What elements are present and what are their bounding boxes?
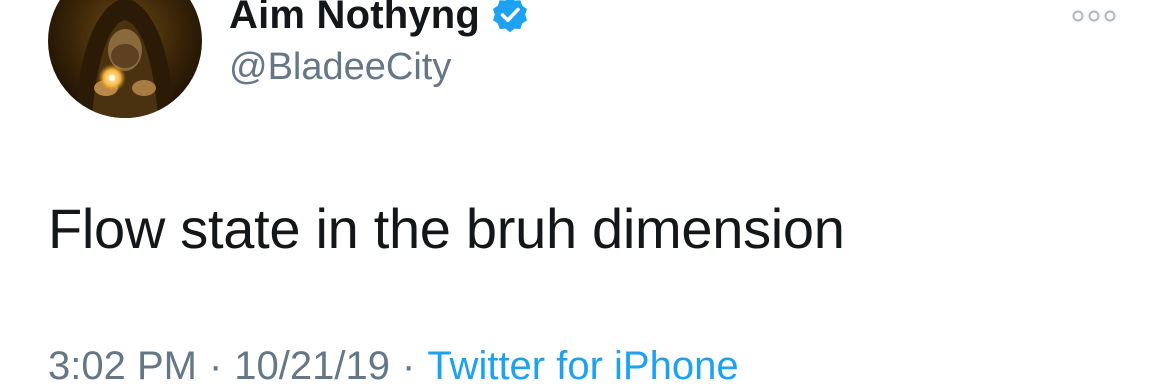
- tweet-date[interactable]: 10/21/19: [234, 344, 390, 389]
- meta-separator: ·: [208, 344, 223, 388]
- more-options-icon[interactable]: [1070, 6, 1118, 26]
- avatar-image: [48, 0, 202, 118]
- display-name-row: Aim Nothyng: [229, 0, 530, 40]
- display-name[interactable]: Aim Nothyng: [229, 0, 480, 38]
- avatar[interactable]: [48, 0, 202, 118]
- tweet-card: Aim Nothyng @BladeeCity Flow state in th…: [0, 0, 1169, 389]
- tweet-metadata: 3:02 PM · 10/21/19 · Twitter for iPhone: [48, 344, 739, 389]
- user-handle[interactable]: @BladeeCity: [229, 46, 451, 89]
- tweet-source-link[interactable]: Twitter for iPhone: [427, 344, 738, 389]
- meta-separator: ·: [402, 344, 416, 388]
- tweet-time[interactable]: 3:02 PM: [48, 344, 197, 389]
- tweet-text: Flow state in the bruh dimension: [48, 197, 845, 260]
- verified-badge-icon: [490, 0, 530, 35]
